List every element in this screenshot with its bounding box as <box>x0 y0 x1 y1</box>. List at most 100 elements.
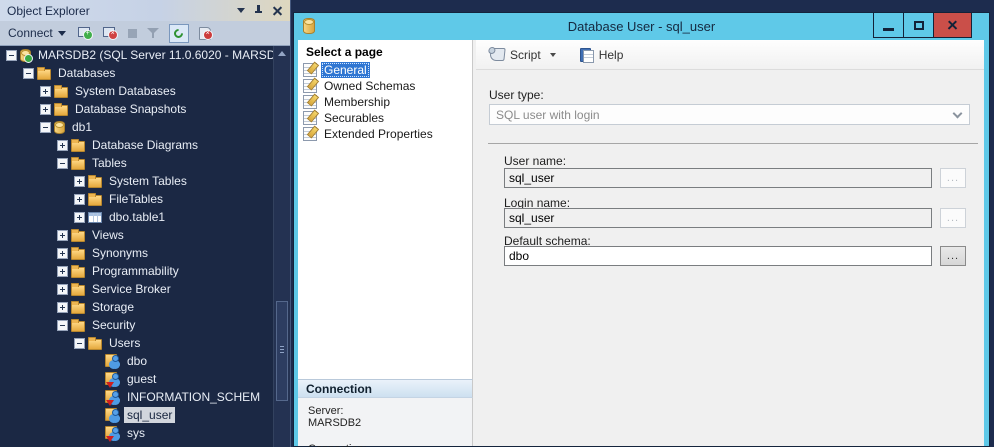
page-item[interactable]: General <box>298 62 472 78</box>
connect-server-icon[interactable] <box>78 27 93 40</box>
tree-item[interactable]: dbo.table1 <box>0 208 290 226</box>
tree-item[interactable]: db1 <box>0 118 290 136</box>
expander-plus-icon[interactable] <box>40 104 51 115</box>
expander-plus-icon[interactable] <box>57 140 68 151</box>
minimize-button[interactable] <box>873 12 904 38</box>
filter-icon[interactable] <box>147 27 159 39</box>
tree-item[interactable]: Users <box>0 334 290 352</box>
folder-icon <box>71 249 85 260</box>
tree-item-label: db1 <box>69 119 95 135</box>
stop-icon <box>128 29 137 38</box>
page-item[interactable]: Securables <box>298 110 472 126</box>
tree-item[interactable]: INFORMATION_SCHEM <box>0 388 290 406</box>
page-icon <box>303 63 317 77</box>
tree-item[interactable]: Security <box>0 316 290 334</box>
dialog-titlebar[interactable]: Database User - sql_user <box>294 13 989 40</box>
help-icon <box>580 48 594 62</box>
user-name-label: User name: <box>504 154 566 168</box>
tree-item[interactable]: Storage <box>0 298 290 316</box>
expander-minus-icon[interactable] <box>6 50 17 61</box>
tree-item[interactable]: MARSDB2 (SQL Server 11.0.6020 - MARSD <box>0 46 290 64</box>
page-item[interactable]: Extended Properties <box>298 126 472 142</box>
chevron-down-icon[interactable] <box>550 53 556 57</box>
auto-hide-pin-icon[interactable] <box>254 5 263 16</box>
folder-icon <box>71 141 85 152</box>
refresh-icon[interactable] <box>169 24 189 43</box>
expander-minus-icon[interactable] <box>40 122 51 133</box>
page-item-label: General <box>321 62 370 78</box>
tree-item[interactable]: FileTables <box>0 190 290 208</box>
expander-minus-icon[interactable] <box>74 338 85 349</box>
expander-plus-icon[interactable] <box>74 176 85 187</box>
login-name-browse-button: ... <box>940 208 966 228</box>
default-schema-field[interactable] <box>504 246 932 266</box>
user-disabled-icon <box>105 426 120 440</box>
connection-label: Connection: <box>308 443 462 447</box>
object-explorer-titlebar[interactable]: Object Explorer <box>0 0 290 21</box>
maximize-icon <box>914 21 924 30</box>
separator <box>488 143 978 144</box>
tree-item[interactable]: Database Diagrams <box>0 136 290 154</box>
window-position-icon[interactable] <box>237 8 245 13</box>
expander-minus-icon[interactable] <box>57 320 68 331</box>
page-icon <box>303 111 317 125</box>
tree-item[interactable]: dbo <box>0 352 290 370</box>
scrollbar-thumb[interactable] <box>276 301 288 401</box>
expander-plus-icon[interactable] <box>74 212 85 223</box>
expander-plus-icon[interactable] <box>57 248 68 259</box>
tree-item-label: Storage <box>89 299 137 315</box>
expander-plus-icon[interactable] <box>57 230 68 241</box>
page-item[interactable]: Membership <box>298 94 472 110</box>
default-schema-browse-button[interactable]: ... <box>940 246 966 266</box>
folder-icon <box>54 87 68 98</box>
dialog-toolbar: Script Help <box>476 40 984 70</box>
tree-scrollbar[interactable] <box>273 46 290 447</box>
script-button[interactable]: Script <box>486 45 564 65</box>
tree-item[interactable]: guest <box>0 370 290 388</box>
expander-plus-icon[interactable] <box>57 266 68 277</box>
stop-script-icon[interactable] <box>199 27 213 40</box>
tree-item[interactable]: System Databases <box>0 82 290 100</box>
close-panel-icon[interactable] <box>272 5 283 16</box>
connect-button[interactable]: Connect <box>6 24 68 42</box>
object-explorer-toolbar: Connect <box>0 21 290 46</box>
page-item[interactable]: Owned Schemas <box>298 78 472 94</box>
scroll-up-button[interactable] <box>274 46 290 61</box>
tree-item-label: dbo.table1 <box>106 209 168 225</box>
database-icon <box>54 121 65 134</box>
expander-plus-icon[interactable] <box>57 302 68 313</box>
tree-item[interactable]: Service Broker <box>0 280 290 298</box>
select-a-page-header: Select a page <box>298 40 472 62</box>
tree-item[interactable]: Views <box>0 226 290 244</box>
close-button[interactable] <box>933 12 972 38</box>
tree-item[interactable]: Tables <box>0 154 290 172</box>
maximize-button[interactable] <box>903 12 934 38</box>
table-icon <box>88 212 102 223</box>
tree-item[interactable]: Database Snapshots <box>0 100 290 118</box>
tree-item[interactable]: Synonyms <box>0 244 290 262</box>
expander-minus-icon[interactable] <box>23 68 34 79</box>
server-icon <box>20 49 31 62</box>
minimize-icon <box>883 28 894 31</box>
app-window: Object Explorer Connect MARSDB2 (SQL Ser… <box>0 0 994 447</box>
expander-plus-icon[interactable] <box>40 86 51 97</box>
tree-item[interactable]: sql_user <box>0 406 290 424</box>
tree-item[interactable]: Programmability <box>0 262 290 280</box>
user-disabled-icon <box>105 372 120 386</box>
disconnect-server-icon[interactable] <box>103 27 118 40</box>
help-button[interactable]: Help <box>564 45 628 65</box>
user-name-field[interactable] <box>504 168 932 188</box>
expander-plus-icon[interactable] <box>74 194 85 205</box>
tree-item[interactable]: Databases <box>0 64 290 82</box>
expander-plus-icon[interactable] <box>57 284 68 295</box>
login-name-field[interactable] <box>504 208 932 228</box>
tree-item[interactable]: sys <box>0 424 290 442</box>
disabled-arrow-icon <box>106 400 114 406</box>
expander-minus-icon[interactable] <box>57 158 68 169</box>
user-name-browse-button: ... <box>940 168 966 188</box>
folder-icon <box>71 285 85 296</box>
folder-icon <box>71 267 85 278</box>
tree-item[interactable]: System Tables <box>0 172 290 190</box>
user-type-dropdown[interactable]: SQL user with login <box>489 104 970 125</box>
tree-item-label: MARSDB2 (SQL Server 11.0.6020 - MARSD <box>35 47 278 63</box>
